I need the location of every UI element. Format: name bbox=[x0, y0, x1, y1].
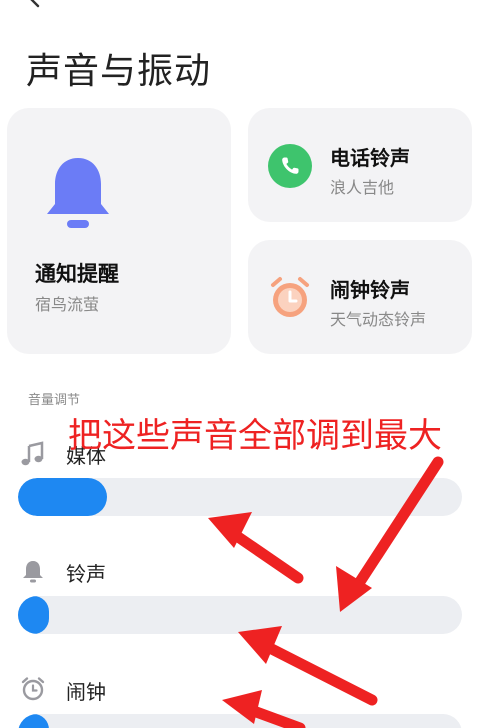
alarm-sound-title: 闹钟铃声 bbox=[330, 278, 410, 302]
page-title: 声音与振动 bbox=[26, 51, 212, 92]
media-volume-slider[interactable] bbox=[18, 478, 462, 516]
alarm-sound-card[interactable]: 闹钟铃声 天气动态铃声 bbox=[248, 240, 472, 354]
notification-sound-value: 宿鸟流萤 bbox=[35, 295, 100, 314]
phone-icon bbox=[268, 144, 312, 188]
alarm-clock-icon bbox=[21, 677, 45, 701]
alarm-volume-fill bbox=[18, 714, 50, 728]
ringtone-volume-fill bbox=[18, 596, 50, 634]
ringtone-value: 浪人吉他 bbox=[330, 178, 395, 197]
ringtone-volume-slider[interactable] bbox=[18, 596, 462, 634]
alarm-volume-label: 闹钟 bbox=[66, 680, 106, 704]
annotation-text: 把这些声音全部调到最大 bbox=[68, 416, 442, 456]
alarm-volume-slider[interactable] bbox=[18, 714, 462, 728]
ringtone-volume-label: 铃声 bbox=[66, 562, 106, 586]
volume-section-label: 音量调节 bbox=[28, 393, 81, 408]
alarm-sound-value: 天气动态铃声 bbox=[330, 310, 427, 329]
music-note-icon bbox=[21, 441, 44, 466]
bell-icon bbox=[23, 561, 43, 583]
back-arrow-icon[interactable] bbox=[24, 0, 46, 8]
notification-sound-card[interactable]: 通知提醒 宿鸟流萤 bbox=[7, 108, 231, 354]
alarm-clock-icon bbox=[268, 276, 312, 320]
bell-icon bbox=[47, 158, 109, 228]
media-volume-fill bbox=[18, 478, 107, 516]
ringtone-card[interactable]: 电话铃声 浪人吉他 bbox=[248, 108, 472, 222]
notification-sound-title: 通知提醒 bbox=[35, 262, 119, 286]
ringtone-title: 电话铃声 bbox=[330, 146, 410, 170]
